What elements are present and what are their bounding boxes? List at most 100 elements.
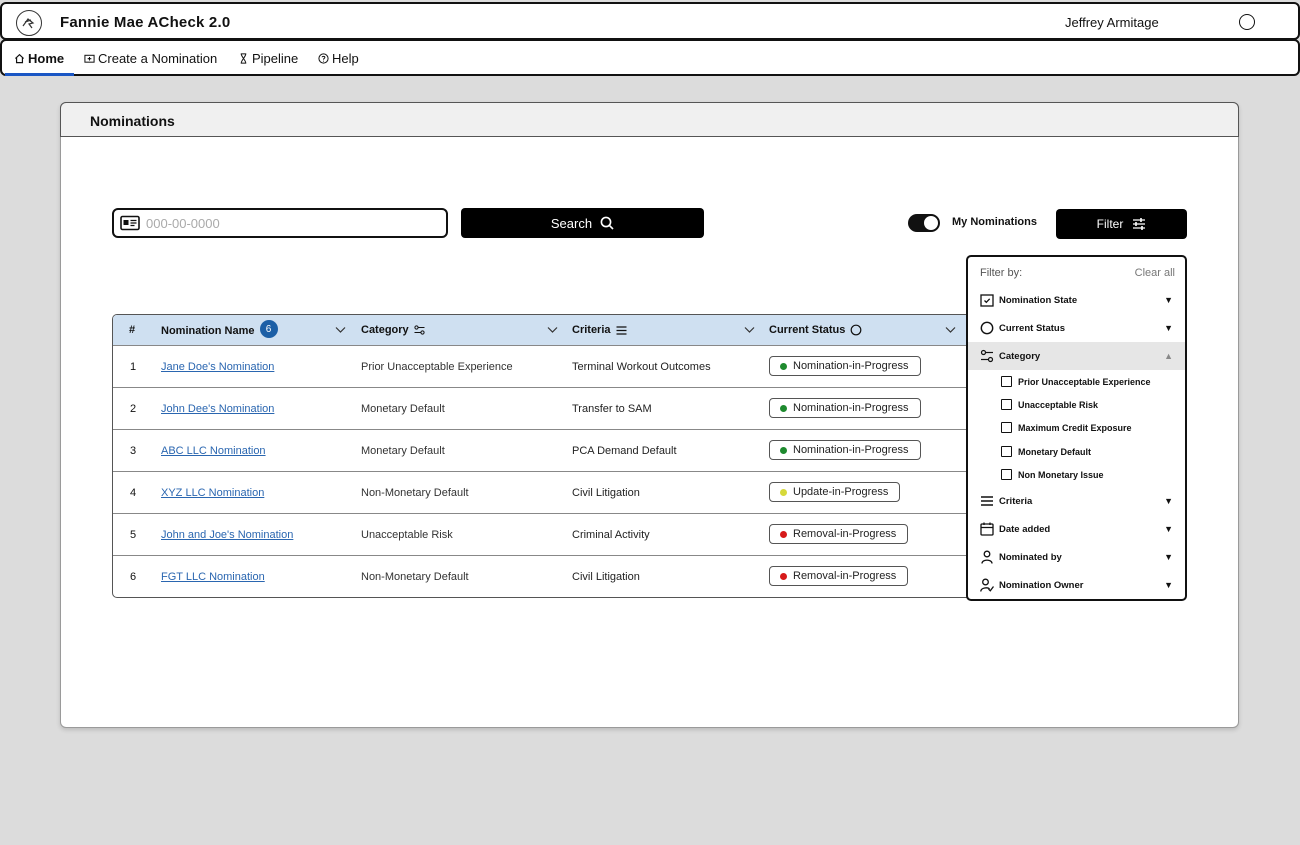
user-name[interactable]: Jeffrey Armitage xyxy=(1065,15,1159,30)
caret-down-icon: ▼ xyxy=(1164,552,1173,562)
category-option-checkbox[interactable]: Unacceptable Risk xyxy=(1000,395,1180,415)
my-nominations-toggle[interactable] xyxy=(908,214,940,232)
clear-all-link[interactable]: Clear all xyxy=(1135,267,1175,279)
chevron-down-icon[interactable] xyxy=(744,326,755,334)
category-option-label: Non Monetary Issue xyxy=(1018,470,1104,480)
row-criteria: PCA Demand Default xyxy=(572,445,677,457)
status-dot xyxy=(780,572,787,580)
table-row[interactable]: 4 XYZ LLC Nomination Non-Monetary Defaul… xyxy=(113,472,991,514)
nav-help-label: Help xyxy=(332,51,359,66)
table-row[interactable]: 1 Jane Doe's Nomination Prior Unacceptab… xyxy=(113,346,991,388)
search-button-label: Search xyxy=(550,215,593,231)
category-option-checkbox[interactable]: Prior Unacceptable Experience xyxy=(1000,372,1180,392)
filter-group-label: Category xyxy=(999,351,1041,362)
status-label: Removal-in-Progress xyxy=(793,528,897,540)
home-icon xyxy=(14,53,25,64)
nav-create-label: Create a Nomination xyxy=(98,51,218,66)
sliders-icon xyxy=(980,349,994,363)
id-card-icon xyxy=(120,215,140,231)
nav-help[interactable]: Help xyxy=(318,51,359,66)
filter-by-label: Filter by: xyxy=(980,267,1023,279)
nav-pipeline[interactable]: Pipeline xyxy=(238,51,298,66)
search-icon xyxy=(600,216,614,230)
table-header: # Nomination Name 6 Category Criteria Cu… xyxy=(113,315,991,346)
status-dot xyxy=(780,404,787,412)
table-row[interactable]: 6 FGT LLC Nomination Non-Monetary Defaul… xyxy=(113,556,991,597)
circle-icon xyxy=(980,321,994,335)
user-avatar-icon[interactable] xyxy=(1239,14,1255,30)
chevron-down-icon[interactable] xyxy=(547,326,558,334)
status-label: Update-in-Progress xyxy=(793,486,889,498)
filter-group-criteria[interactable]: Criteria ▼ xyxy=(968,487,1185,515)
nomination-link[interactable]: Jane Doe's Nomination xyxy=(161,361,274,373)
filter-group-nomination-state[interactable]: Nomination State ▼ xyxy=(968,286,1185,314)
filter-group-label: Current Status xyxy=(999,323,1065,334)
status-label: Removal-in-Progress xyxy=(793,570,897,582)
filter-group-date-added[interactable]: Date added ▼ xyxy=(968,515,1185,543)
row-number: 5 xyxy=(130,529,137,541)
col-number-header: # xyxy=(129,324,135,336)
ssn-search-field[interactable] xyxy=(112,208,448,238)
row-criteria: Transfer to SAM xyxy=(572,403,652,415)
nav-active-indicator xyxy=(5,73,74,76)
row-category: Non-Monetary Default xyxy=(361,487,469,499)
ssn-search-input[interactable] xyxy=(146,215,426,231)
checkbox-icon[interactable] xyxy=(1001,469,1012,480)
sliders-icon xyxy=(414,325,425,335)
checkbox-icon[interactable] xyxy=(1001,422,1012,433)
row-criteria: Civil Litigation xyxy=(572,571,640,583)
nav-create-nomination[interactable]: Create a Nomination xyxy=(84,51,217,66)
nav-home[interactable]: Home xyxy=(14,51,64,66)
col-status-label: Current Status xyxy=(769,324,846,336)
category-option-checkbox[interactable]: Monetary Default xyxy=(1000,442,1180,462)
status-dot xyxy=(780,488,787,496)
nomination-link[interactable]: XYZ LLC Nomination xyxy=(161,487,264,499)
status-badge: Nomination-in-Progress xyxy=(769,356,921,376)
nomination-link[interactable]: ABC LLC Nomination xyxy=(161,445,266,457)
table-row[interactable]: 3 ABC LLC Nomination Monetary Default PC… xyxy=(113,430,991,472)
row-category: Monetary Default xyxy=(361,445,445,457)
caret-down-icon: ▼ xyxy=(1164,496,1173,506)
row-category: Non-Monetary Default xyxy=(361,571,469,583)
caret-down-icon: ▼ xyxy=(1164,580,1173,590)
status-dot xyxy=(780,362,787,370)
checkbox-icon[interactable] xyxy=(1001,376,1012,387)
checkbox-icon[interactable] xyxy=(1001,446,1012,457)
fannie-mae-logo-icon[interactable] xyxy=(16,10,42,36)
row-criteria: Criminal Activity xyxy=(572,529,650,541)
nominations-table: # Nomination Name 6 Category Criteria Cu… xyxy=(112,314,992,598)
category-option-checkbox[interactable]: Maximum Credit Exposure xyxy=(1000,418,1180,438)
chevron-down-icon[interactable] xyxy=(945,326,956,334)
row-criteria: Terminal Workout Outcomes xyxy=(572,361,711,373)
filter-group-nominated-by[interactable]: Nominated by ▼ xyxy=(968,543,1185,571)
search-button[interactable]: Search xyxy=(461,208,704,238)
table-row[interactable]: 2 John Dee's Nomination Monetary Default… xyxy=(113,388,991,430)
filter-group-category[interactable]: Category ▲ xyxy=(968,342,1185,370)
col-criteria-header[interactable]: Criteria xyxy=(572,324,627,336)
nomination-link[interactable]: John and Joe's Nomination xyxy=(161,529,293,541)
filter-button[interactable]: Filter xyxy=(1056,209,1187,239)
filter-group-label: Date added xyxy=(999,524,1051,535)
status-label: Nomination-in-Progress xyxy=(793,402,909,414)
filter-group-nomination-owner[interactable]: Nomination Owner ▼ xyxy=(968,571,1185,599)
col-name-header[interactable]: Nomination Name 6 xyxy=(161,320,278,338)
person-check-icon xyxy=(980,578,994,592)
chevron-down-icon[interactable] xyxy=(335,326,346,334)
filter-group-current-status[interactable]: Current Status ▼ xyxy=(968,314,1185,342)
list-icon xyxy=(981,496,993,506)
row-category: Monetary Default xyxy=(361,403,445,415)
nomination-link[interactable]: John Dee's Nomination xyxy=(161,403,274,415)
category-option-label: Maximum Credit Exposure xyxy=(1018,423,1132,433)
filter-button-label: Filter xyxy=(1096,217,1124,231)
col-criteria-label: Criteria xyxy=(572,324,611,336)
nomination-link[interactable]: FGT LLC Nomination xyxy=(161,571,265,583)
checkbox-icon[interactable] xyxy=(1001,399,1012,410)
col-status-header[interactable]: Current Status xyxy=(769,324,862,336)
col-category-header[interactable]: Category xyxy=(361,324,425,336)
create-icon xyxy=(84,54,95,63)
table-row[interactable]: 5 John and Joe's Nomination Unacceptable… xyxy=(113,514,991,556)
circle-icon xyxy=(851,324,862,336)
category-option-checkbox[interactable]: Non Monetary Issue xyxy=(1000,465,1180,485)
count-badge: 6 xyxy=(259,320,278,338)
status-label: Nomination-in-Progress xyxy=(793,360,909,372)
